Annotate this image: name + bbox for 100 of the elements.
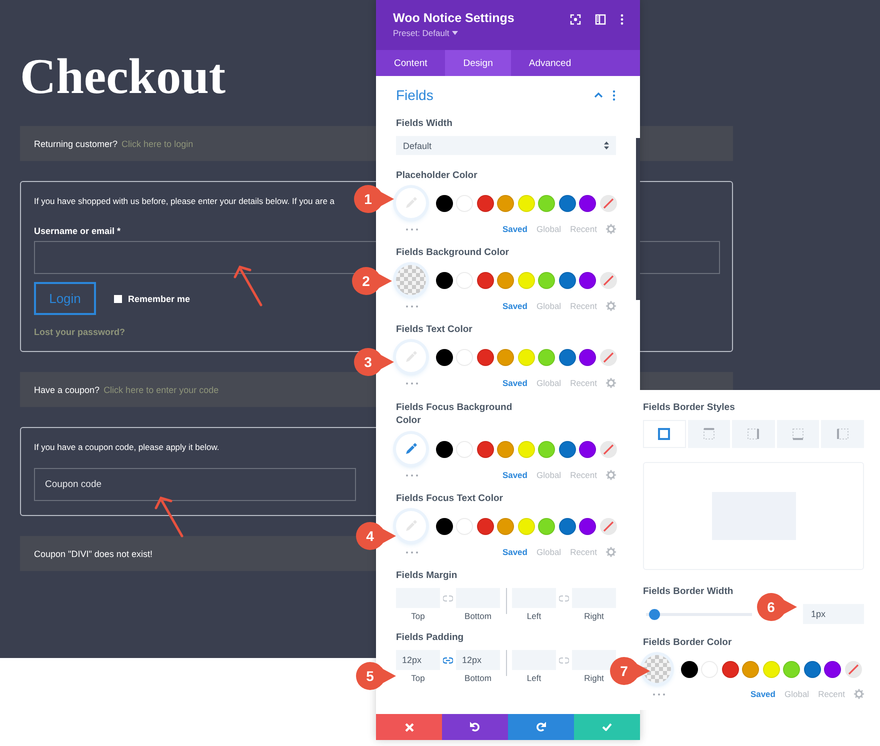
- color-swatch[interactable]: [722, 660, 738, 678]
- color-swatch[interactable]: [436, 518, 452, 534]
- login-link[interactable]: Click here to login: [122, 138, 194, 148]
- color-swatch[interactable]: [680, 660, 698, 678]
- no-color-swatch[interactable]: [600, 440, 616, 458]
- color-swatch[interactable]: [436, 348, 452, 366]
- color-swatch[interactable]: [518, 518, 534, 534]
- no-color-swatch[interactable]: [844, 660, 862, 678]
- palette-tab[interactable]: Recent: [818, 689, 845, 699]
- cancel-button[interactable]: [376, 714, 442, 740]
- palette-tab[interactable]: Recent: [570, 378, 597, 388]
- palette-tab[interactable]: Recent: [570, 301, 597, 311]
- slider-thumb[interactable]: [648, 608, 660, 620]
- palette-tab[interactable]: Recent: [570, 224, 597, 234]
- color-swatch[interactable]: [558, 440, 576, 458]
- color-swatch[interactable]: [762, 660, 780, 678]
- more-icon[interactable]: [405, 550, 419, 554]
- width-select[interactable]: Default: [396, 136, 616, 155]
- settings-icon[interactable]: [606, 378, 616, 388]
- color-swatch[interactable]: [497, 518, 514, 534]
- more-icon[interactable]: [405, 228, 419, 230]
- color-swatch[interactable]: [742, 660, 759, 678]
- coupon-link[interactable]: Click here to enter your code: [104, 384, 219, 394]
- preset-dropdown[interactable]: Preset: Default: [393, 28, 514, 38]
- color-swatch[interactable]: [476, 518, 494, 534]
- palette-tab[interactable]: Saved: [502, 547, 528, 557]
- link-icon[interactable]: [443, 657, 453, 664]
- link-icon[interactable]: [559, 657, 569, 664]
- color-swatch[interactable]: [538, 348, 555, 366]
- color-swatch[interactable]: [476, 348, 494, 366]
- color-swatch[interactable]: [538, 194, 555, 212]
- settings-icon[interactable]: [854, 689, 864, 699]
- more-icon[interactable]: [405, 382, 419, 384]
- color-swatch[interactable]: [824, 660, 841, 678]
- color-swatch[interactable]: [518, 194, 534, 212]
- settings-icon[interactable]: [606, 470, 616, 480]
- remember-checkbox[interactable]: [114, 294, 122, 302]
- color-swatch[interactable]: [497, 348, 514, 366]
- input-field[interactable]: [572, 650, 616, 670]
- columns-icon[interactable]: [595, 14, 606, 25]
- color-preview[interactable]: [396, 342, 426, 372]
- color-preview[interactable]: [396, 434, 426, 464]
- color-swatch[interactable]: [436, 194, 452, 212]
- login-button[interactable]: Login: [34, 282, 96, 315]
- color-swatch[interactable]: [518, 272, 534, 288]
- palette-tab[interactable]: Global: [536, 301, 562, 311]
- palette-tab[interactable]: Saved: [750, 689, 776, 699]
- color-swatch[interactable]: [558, 272, 576, 288]
- settings-tab[interactable]: Content: [376, 50, 446, 76]
- no-color-swatch[interactable]: [600, 194, 616, 212]
- input-field[interactable]: 12px: [396, 650, 440, 670]
- link-icon[interactable]: [559, 595, 569, 602]
- palette-tab[interactable]: Global: [536, 224, 562, 234]
- redo-button[interactable]: [508, 714, 574, 740]
- color-swatch[interactable]: [558, 194, 576, 212]
- settings-icon[interactable]: [606, 547, 616, 557]
- color-preview[interactable]: [396, 265, 426, 295]
- undo-button[interactable]: [442, 714, 508, 740]
- palette-tab[interactable]: Saved: [502, 301, 528, 311]
- color-swatch[interactable]: [538, 272, 555, 288]
- border-style-tab[interactable]: [643, 420, 686, 448]
- settings-icon[interactable]: [606, 301, 616, 311]
- no-color-swatch[interactable]: [600, 348, 616, 366]
- border-style-tab[interactable]: [688, 420, 730, 448]
- kebab-icon[interactable]: [620, 14, 624, 25]
- color-swatch[interactable]: [538, 440, 555, 458]
- settings-tab[interactable]: Design: [445, 50, 511, 76]
- color-swatch[interactable]: [579, 348, 596, 366]
- collapse-icon[interactable]: [594, 92, 603, 98]
- kebab-icon[interactable]: [612, 90, 616, 100]
- no-color-swatch[interactable]: [600, 272, 616, 288]
- color-swatch[interactable]: [476, 440, 494, 458]
- palette-tab[interactable]: Global: [784, 689, 810, 699]
- border-style-tab[interactable]: [776, 420, 820, 448]
- color-swatch[interactable]: [497, 194, 514, 212]
- input-field[interactable]: 12px: [456, 650, 500, 670]
- color-swatch[interactable]: [476, 272, 494, 288]
- frame-icon[interactable]: [570, 14, 581, 25]
- color-swatch[interactable]: [558, 518, 576, 534]
- scrollbar[interactable]: [636, 138, 640, 300]
- width-input[interactable]: 1px: [803, 604, 864, 624]
- color-swatch[interactable]: [579, 272, 596, 288]
- color-swatch[interactable]: [579, 194, 596, 212]
- color-swatch[interactable]: [558, 348, 576, 366]
- more-icon[interactable]: [405, 474, 419, 476]
- palette-tab[interactable]: Saved: [502, 470, 528, 480]
- color-swatch[interactable]: [518, 440, 534, 458]
- coupon-field[interactable]: Coupon code: [34, 468, 356, 501]
- color-swatch[interactable]: [497, 440, 514, 458]
- more-icon[interactable]: [652, 692, 666, 696]
- color-swatch[interactable]: [538, 518, 555, 534]
- palette-tab[interactable]: Global: [536, 378, 562, 388]
- palette-tab[interactable]: Saved: [502, 378, 528, 388]
- color-preview[interactable]: [643, 655, 671, 683]
- color-swatch[interactable]: [497, 272, 514, 288]
- color-swatch[interactable]: [476, 194, 494, 212]
- color-swatch[interactable]: [436, 440, 452, 458]
- color-swatch[interactable]: [783, 660, 800, 678]
- link-icon[interactable]: [443, 595, 453, 602]
- color-preview[interactable]: [396, 511, 426, 541]
